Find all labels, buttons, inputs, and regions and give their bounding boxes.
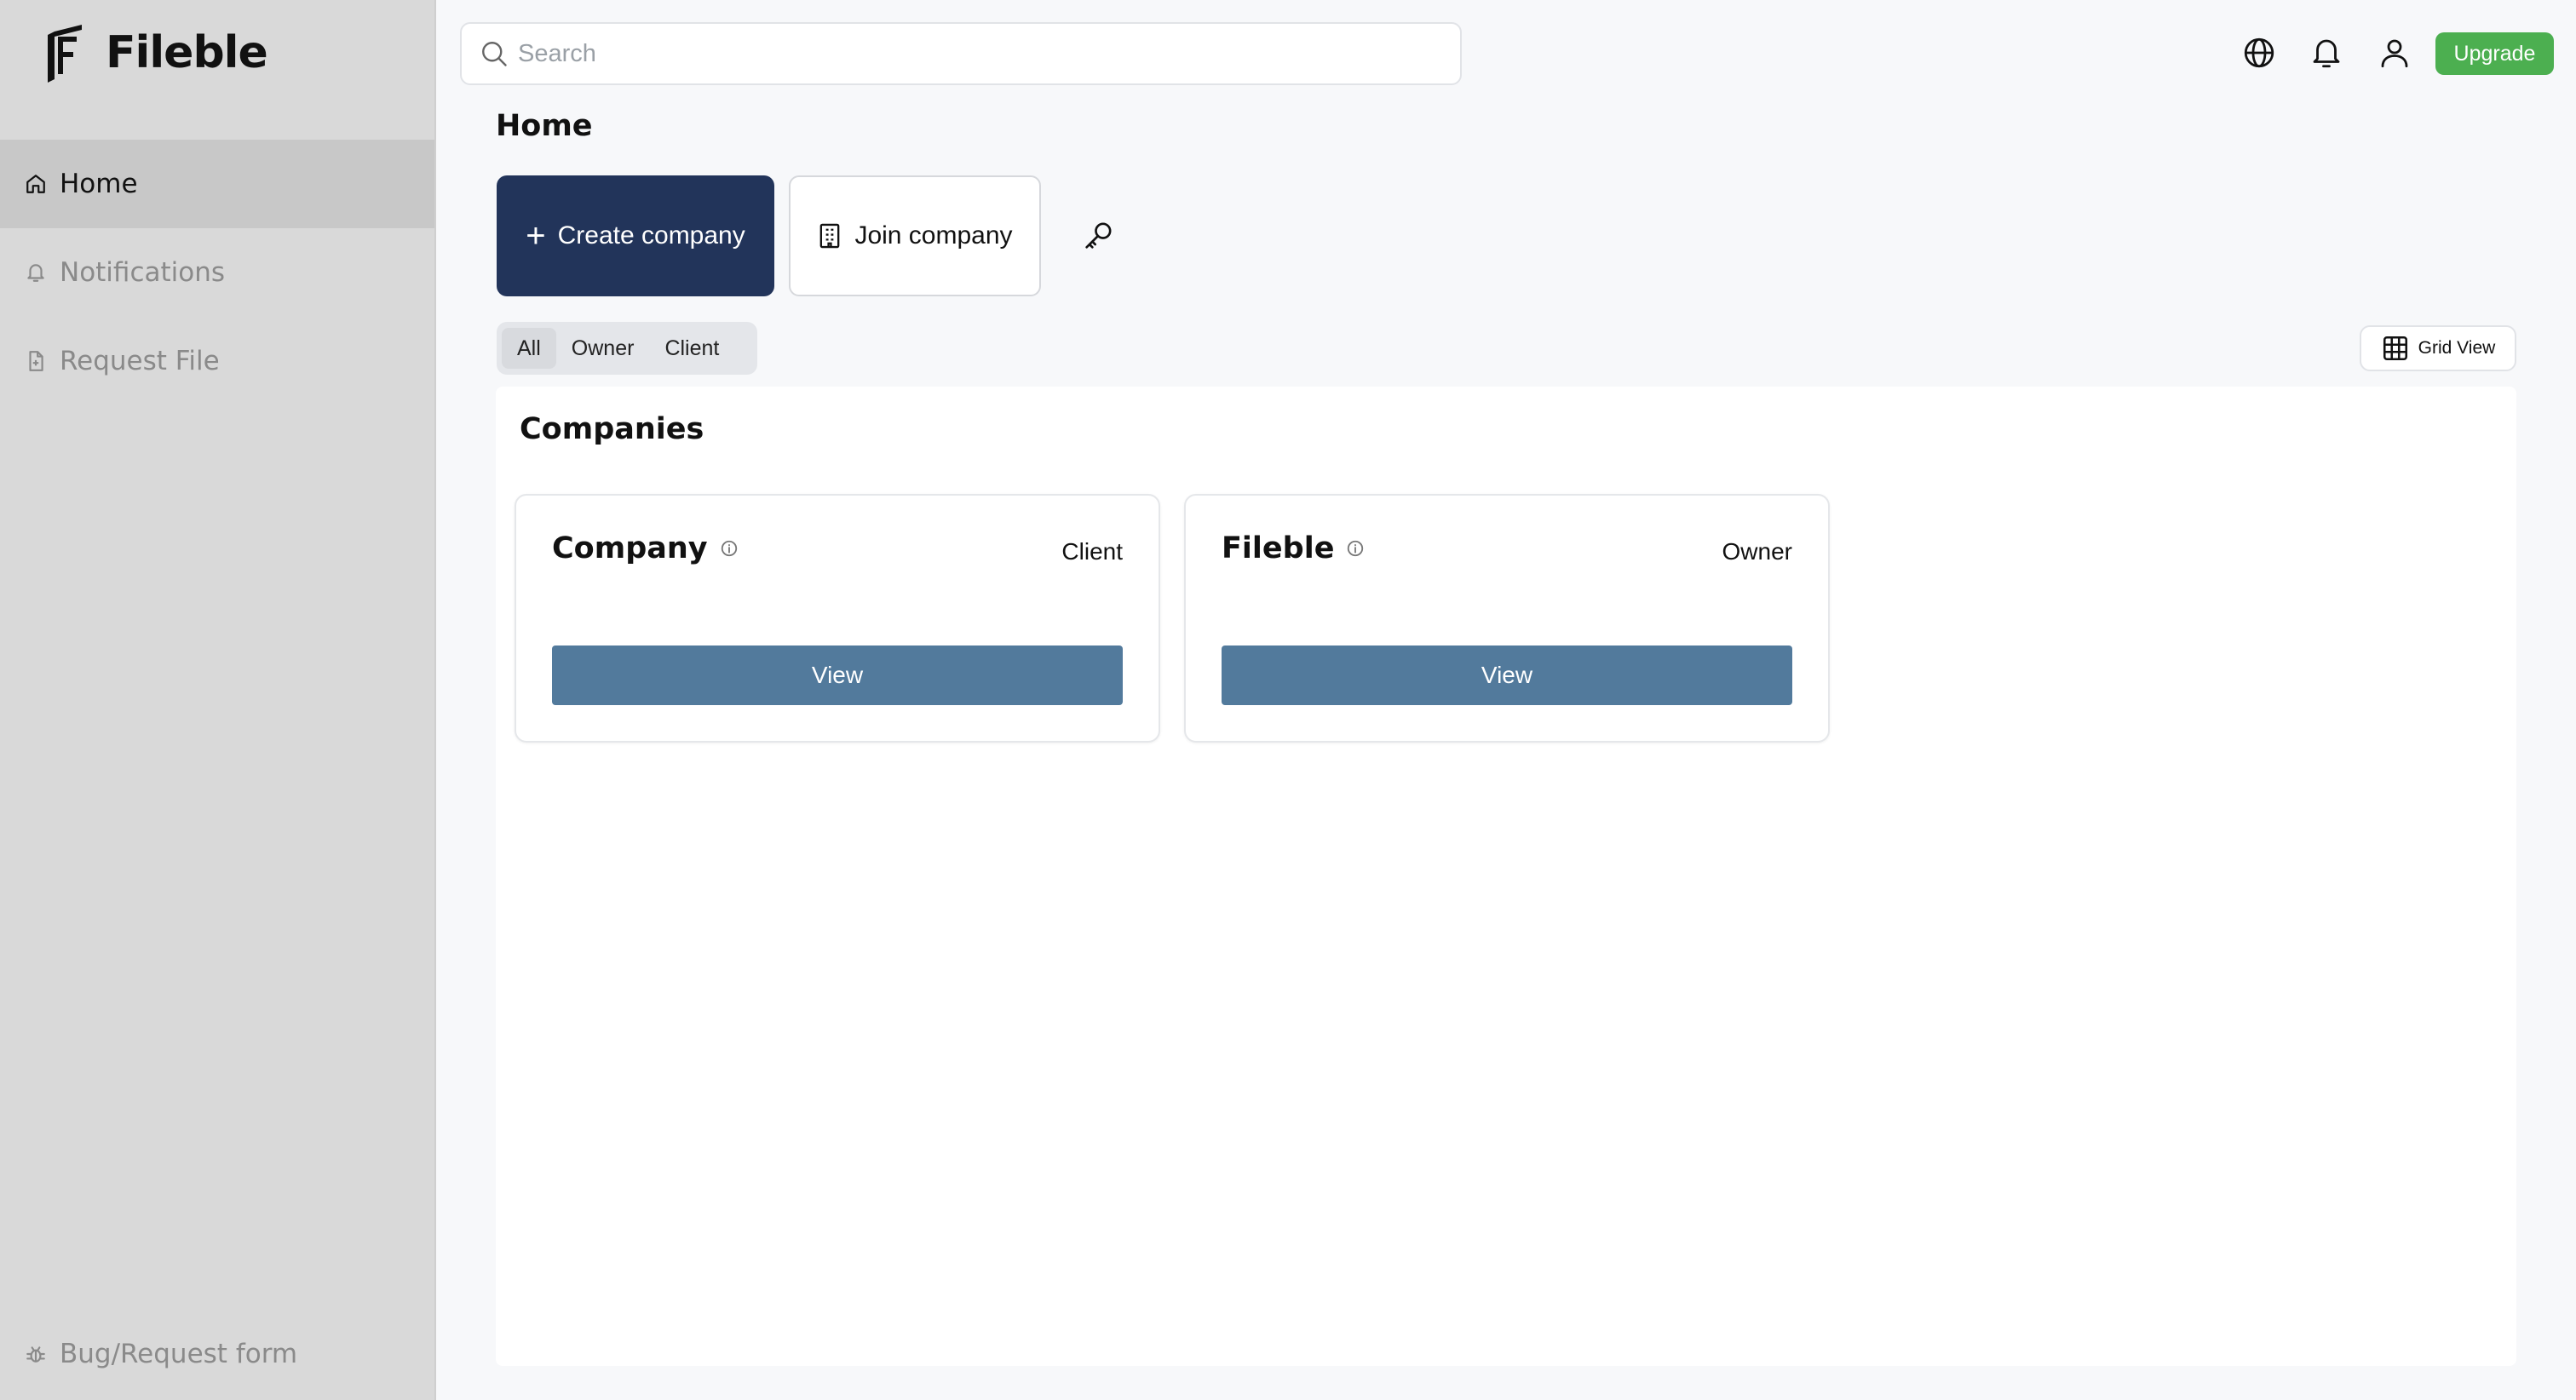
search-input[interactable] — [518, 39, 1370, 68]
sidebar: Fileble Home Notifications Request File — [0, 0, 436, 1400]
bug-icon — [24, 1342, 48, 1366]
sidebar-item-notifications[interactable]: Notifications — [0, 228, 434, 317]
bell-icon — [24, 261, 48, 284]
building-icon — [820, 223, 840, 249]
company-name: Fileble — [1222, 531, 1335, 565]
sidebar-item-request-file[interactable]: Request File — [0, 317, 434, 405]
page-title: Home — [496, 109, 593, 143]
key-button[interactable] — [1078, 216, 1118, 255]
profile-button[interactable] — [2374, 32, 2415, 73]
app-root: Fileble Home Notifications Request File — [0, 0, 2576, 1400]
key-icon — [1085, 222, 1112, 249]
user-icon — [2381, 39, 2408, 68]
bell-icon — [2313, 39, 2340, 68]
company-name: Company — [552, 531, 708, 565]
search-box[interactable] — [460, 22, 1462, 85]
info-icon[interactable] — [720, 539, 739, 558]
sidebar-item-label: Request File — [60, 346, 220, 376]
filter-tab-client[interactable]: Client — [649, 328, 734, 369]
company-card: Fileble Owner View — [1184, 494, 1830, 743]
plus-icon: + — [526, 216, 546, 255]
sidebar-item-bug-request[interactable]: Bug/Request form — [0, 1310, 434, 1398]
brand[interactable]: Fileble — [43, 22, 268, 83]
grid-view-label: Grid View — [2418, 338, 2496, 358]
filter-tab-all[interactable]: All — [502, 328, 556, 369]
create-company-label: Create company — [557, 221, 745, 250]
file-request-icon — [24, 349, 48, 373]
company-role: Owner — [1722, 538, 1792, 565]
sidebar-item-label: Bug/Request form — [60, 1339, 298, 1369]
companies-panel: Companies Company Client View Fileble Ow… — [496, 387, 2516, 1366]
fileble-logo-icon — [48, 25, 82, 83]
create-company-button[interactable]: + Create company — [497, 175, 774, 296]
view-company-button[interactable]: View — [1222, 645, 1792, 705]
sidebar-item-label: Notifications — [60, 257, 226, 288]
grid-view-toggle[interactable]: Grid View — [2360, 325, 2516, 371]
filter-tab-owner[interactable]: Owner — [556, 328, 650, 369]
brand-name: Fileble — [106, 27, 268, 78]
join-company-label: Join company — [854, 221, 1013, 250]
search-icon — [482, 42, 507, 66]
company-name-row: Company — [552, 531, 739, 565]
view-company-button[interactable]: View — [552, 645, 1123, 705]
upgrade-button[interactable]: Upgrade — [2435, 32, 2554, 75]
join-company-button[interactable]: Join company — [789, 175, 1041, 296]
info-icon[interactable] — [1346, 539, 1365, 558]
section-title: Companies — [520, 412, 704, 446]
company-card: Company Client View — [515, 494, 1160, 743]
filter-tabs: All Owner Client — [497, 322, 757, 375]
sidebar-item-label: Home — [60, 169, 138, 199]
grid-icon — [2383, 336, 2407, 361]
language-button[interactable] — [2239, 32, 2280, 73]
home-icon — [24, 172, 48, 196]
company-role: Client — [1061, 538, 1123, 565]
company-name-row: Fileble — [1222, 531, 1365, 565]
notifications-button[interactable] — [2306, 32, 2347, 73]
sidebar-item-home[interactable]: Home — [0, 140, 434, 228]
globe-icon — [2244, 37, 2274, 68]
